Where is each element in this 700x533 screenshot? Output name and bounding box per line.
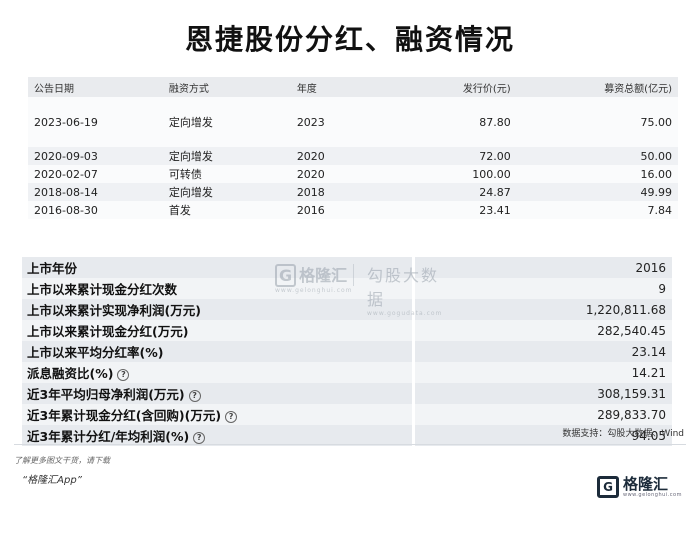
cell-amount: 75.00 [640, 115, 673, 129]
stats-value: 1,220,811.68 [413, 299, 672, 320]
brand-url: www.gelonghui.com [623, 492, 682, 498]
watermark-logo: G 格隆汇 [275, 262, 353, 287]
help-icon[interactable]: ? [193, 432, 206, 444]
cell-price: 100.00 [472, 167, 511, 181]
help-icon[interactable]: ? [188, 390, 201, 402]
brand-name: 格隆汇 [623, 475, 669, 493]
cell-method: 定向增发 [168, 186, 213, 199]
cell-year: 2020 [296, 167, 325, 181]
cell-price: 24.87 [479, 185, 511, 199]
promo-text: 了解更多图文干货，请下载 [14, 456, 110, 465]
header-year: 年度 [296, 83, 317, 95]
cell-year: 2018 [296, 185, 325, 199]
stats-label: 近3年累计现金分红(含回购)(万元)? [22, 404, 415, 425]
stats-label: 近3年平均归母净利润(万元)? [22, 383, 415, 404]
financing-header-row: 公告日期 融资方式 年度 发行价(元) 募资总额(亿元) [28, 77, 678, 97]
table-row: 2020-09-03 定向增发 2020 72.00 50.00 [28, 147, 678, 165]
cell-amount: 16.00 [640, 167, 673, 181]
cell-year: 2020 [296, 149, 325, 163]
stats-value: 23.14 [413, 341, 672, 362]
stats-value: 289,833.70 [413, 404, 672, 425]
cell-method: 可转债 [168, 168, 202, 181]
stats-label: 近3年累计分红/年均利润(%)? [22, 425, 415, 446]
stats-row: 近3年平均归母净利润(万元)? 308,159.31 [22, 383, 672, 404]
cell-amount: 49.99 [640, 185, 673, 199]
stats-value: 282,540.45 [413, 320, 672, 341]
stats-label: 上市以来累计现金分红次数 [22, 278, 415, 299]
watermark-logo-url: www.gelonghui.com [275, 287, 353, 294]
header-method: 融资方式 [168, 83, 209, 95]
table-row: 2016-08-30 首发 2016 23.41 7.84 [28, 201, 678, 219]
stats-row: 派息融资比(%)? 14.21 [22, 362, 672, 383]
watermark-gogu-text: 勾股大数据 [367, 266, 440, 309]
header-announce-date: 公告日期 [34, 83, 74, 95]
stats-value: 14.21 [413, 362, 672, 383]
cell-amount: 7.84 [647, 203, 673, 217]
stats-label: 上市年份 [22, 257, 415, 278]
cell-date: 2018-08-14 [34, 185, 98, 199]
stats-row: 上市以来累计现金分红(万元) 282,540.45 [22, 320, 672, 341]
cell-amount: 50.00 [640, 149, 673, 163]
promo-app-link[interactable]: “格隆汇App” [22, 471, 82, 486]
stats-value: 308,159.31 [413, 383, 672, 404]
cell-price: 72.00 [479, 149, 511, 163]
cell-date: 2016-08-30 [34, 203, 98, 217]
table-row: 2018-08-14 定向增发 2018 24.87 49.99 [28, 183, 678, 201]
cell-date: 2020-02-07 [34, 167, 98, 181]
help-icon[interactable]: ? [225, 411, 238, 423]
table-row: 2023-06-19 定向增发 2023 87.80 75.00 [28, 97, 678, 147]
stats-label: 上市以来平均分红率(%) [22, 341, 415, 362]
cell-date: 2020-09-03 [34, 149, 98, 163]
gelonghui-logo-icon: G [275, 264, 297, 287]
cell-year: 2023 [296, 115, 325, 129]
stats-value: 9 [413, 278, 672, 299]
stats-label: 派息融资比(%)? [22, 362, 415, 383]
watermark-divider [353, 264, 354, 286]
cell-year: 2016 [296, 203, 325, 217]
cell-method: 定向增发 [168, 116, 213, 129]
cell-price: 87.80 [479, 115, 511, 129]
footer-divider [14, 444, 686, 445]
stats-row: 近3年累计现金分红(含回购)(万元)? 289,833.70 [22, 404, 672, 425]
header-issue-price: 发行价(元) [462, 83, 511, 95]
watermark-gogu-url: www.gogudata.com [367, 310, 443, 317]
brand-logo: G 格隆汇 www.gelonghui.com [597, 476, 682, 498]
stats-label: 上市以来累计实现净利润(万元) [22, 299, 415, 320]
table-row: 2020-02-07 可转债 2020 100.00 16.00 [28, 165, 678, 183]
watermark-logo-text: 格隆汇 [299, 266, 348, 285]
cell-method: 定向增发 [168, 150, 213, 163]
stats-value: 2016 [413, 257, 672, 278]
gelonghui-logo-icon: G [597, 476, 619, 498]
stats-row: 上市以来平均分红率(%) 23.14 [22, 341, 672, 362]
data-source: 数据支持：勾股大数据、Wind [562, 429, 684, 439]
stats-label: 上市以来累计现金分红(万元) [22, 320, 415, 341]
stats-row: 上市以来累计实现净利润(万元) 1,220,811.68 [22, 299, 672, 320]
page-title: 恩捷股份分红、融资情况 [184, 23, 515, 56]
header-amount: 募资总额(亿元) [604, 83, 672, 95]
cell-date: 2023-06-19 [34, 115, 98, 129]
cell-price: 23.41 [479, 203, 511, 217]
watermark-gogu: 勾股大数据 www.gogudata.com [367, 262, 442, 317]
cell-method: 首发 [168, 204, 191, 217]
financing-table: 公告日期 融资方式 年度 发行价(元) 募资总额(亿元) 2023-06-19 … [28, 77, 678, 219]
watermark: G 格隆汇 www.gelonghui.com 勾股大数据 www.gogudat… [275, 262, 441, 317]
help-icon[interactable]: ? [117, 369, 130, 381]
